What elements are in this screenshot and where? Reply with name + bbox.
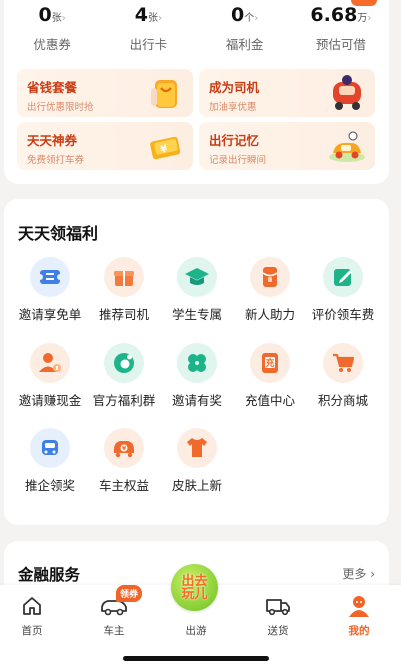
travel-logo-icon[interactable]: 出去玩儿: [171, 564, 218, 611]
review-edit-icon: [323, 257, 363, 297]
welfare-car-owner-benefits[interactable]: ¥ 车主权益: [88, 428, 160, 494]
welfare-label: 评价领车费: [311, 307, 375, 322]
chevron-right-icon: ›: [367, 13, 372, 24]
stat-unit: 张: [51, 13, 62, 24]
red-envelope-icon: [250, 257, 290, 297]
stat-welfare-funds[interactable]: 0个› 福利金: [197, 2, 293, 53]
chevron-right-icon: ›: [254, 13, 259, 24]
welfare-label: 邀请赚现金: [18, 393, 82, 408]
shopping-bag-icon: [151, 80, 177, 108]
stat-unit: 张: [147, 13, 158, 24]
tab-profile[interactable]: 我的: [327, 593, 391, 638]
stat-unit: 万: [357, 13, 368, 24]
stat-unit: 个: [244, 13, 255, 24]
welfare-student-exclusive[interactable]: 学生专属: [161, 257, 233, 323]
stat-label: 福利金: [225, 37, 264, 52]
chevron-right-icon: ›: [370, 567, 375, 581]
tab-label: 送货: [267, 625, 289, 637]
welfare-new-skins[interactable]: 皮肤上新: [161, 428, 233, 494]
welfare-label: 邀请享免单: [18, 307, 82, 322]
recharge-icon: 充: [250, 343, 290, 383]
stat-value: 0: [38, 4, 52, 26]
welfare-newbie-boost[interactable]: 新人助力: [234, 257, 306, 323]
welfare-label: 充值中心: [244, 393, 295, 408]
promo-daily-coupon[interactable]: 天天神券 免费领打车券 ¥: [17, 122, 193, 170]
welfare-enterprise-referral[interactable]: 推企领奖: [14, 428, 86, 494]
business-car-icon: [30, 428, 70, 468]
section-title: 金融服务: [18, 566, 81, 584]
account-summary-card: 0张› 优惠券 4张› 出行卡 0个› 福利金 6.68万› 预估可借 省钱套餐…: [4, 0, 389, 184]
welfare-label: 车主权益: [98, 478, 149, 493]
shopping-cart-icon: [323, 343, 363, 383]
tab-label: 我的: [348, 625, 370, 637]
section-title: 天天领福利: [18, 224, 99, 243]
recharge-glyph: 充: [265, 359, 275, 369]
welfare-points-mall[interactable]: 积分商城: [307, 343, 379, 409]
welfare-label: 学生专属: [171, 307, 222, 322]
stat-value: 0: [231, 4, 245, 26]
stat-coupons[interactable]: 0张› 优惠券: [4, 2, 100, 53]
tshirt-icon: [177, 428, 217, 468]
logo-text: 出去玩儿: [181, 573, 208, 602]
welfare-invite-earn-cash[interactable]: 邀请赚现金: [14, 343, 86, 409]
welfare-label: 新人助力: [244, 307, 295, 322]
promo-savings-package[interactable]: 省钱套餐 出行优惠限时抢: [17, 69, 193, 117]
tab-label: 车主: [103, 625, 125, 637]
stat-travel-cards[interactable]: 4张› 出行卡: [100, 2, 196, 53]
welfare-label: 邀请有奖: [171, 393, 222, 408]
truck-icon: [246, 593, 310, 619]
chevron-right-icon: ›: [61, 13, 66, 24]
chat-group-icon: [104, 343, 144, 383]
stat-loan-estimate[interactable]: 6.68万› 预估可借: [293, 2, 389, 53]
welfare-invite-free-ride[interactable]: 邀请享免单: [14, 257, 86, 323]
welfare-card: 天天领福利 邀请享免单 推荐司机 学生专属 新人助力 评价领车费 邀请赚现金 官…: [4, 199, 389, 525]
tab-label: 出游: [185, 625, 207, 637]
more-label: 更多: [342, 567, 367, 581]
stat-label: 出行卡: [129, 37, 168, 52]
tab-label: 首页: [21, 625, 43, 637]
welfare-label: 皮肤上新: [171, 478, 222, 493]
welfare-recommend-driver[interactable]: 推荐司机: [88, 257, 160, 323]
tab-delivery[interactable]: 送货: [246, 593, 310, 638]
ticket-icon: [30, 257, 70, 297]
welfare-official-group[interactable]: 官方福利群: [88, 343, 160, 409]
home-icon: [0, 593, 64, 619]
clover-icon: [177, 343, 217, 383]
stat-label: 预估可借: [315, 37, 366, 52]
promo-travel-memory[interactable]: 出行记忆 记录出行瞬间: [199, 122, 375, 170]
welfare-invite-rewards[interactable]: 邀请有奖: [161, 343, 233, 409]
welfare-review-reward[interactable]: 评价领车费: [307, 257, 379, 323]
invite-user-icon: [30, 343, 70, 383]
welfare-label: 积分商城: [317, 393, 368, 408]
promo-grid: 省钱套餐 出行优惠限时抢 成为司机 加油享优惠 天天神券 免费领打车券 ¥ 出行…: [17, 69, 375, 170]
welfare-label: 推荐司机: [98, 307, 149, 322]
stats-row: 0张› 优惠券 4张› 出行卡 0个› 福利金 6.68万› 预估可借: [4, 2, 389, 53]
welfare-recharge-center[interactable]: 充 充值中心: [234, 343, 306, 409]
stat-value: 4: [134, 4, 148, 26]
stat-value: 6.68: [310, 4, 358, 26]
travel-car-icon: [329, 131, 365, 162]
coupon-icon: ¥: [150, 136, 181, 160]
graduation-cap-icon: [177, 257, 217, 297]
stat-label: 优惠券: [33, 37, 71, 52]
car-owner-icon: ¥: [104, 428, 144, 468]
more-link[interactable]: 更多 ›: [342, 565, 375, 582]
promo-become-driver[interactable]: 成为司机 加油享优惠: [199, 69, 375, 117]
home-indicator[interactable]: [123, 656, 269, 661]
coupon-badge: 领券: [116, 585, 143, 602]
tab-car-owner[interactable]: 领券 车主: [82, 585, 146, 638]
gift-box-icon: [104, 257, 144, 297]
welfare-label: 官方福利群: [92, 393, 156, 408]
profile-icon: [327, 593, 391, 619]
driver-car-icon: [333, 75, 361, 110]
chevron-right-icon: ›: [157, 13, 162, 24]
tab-home[interactable]: 首页: [0, 593, 64, 638]
welfare-label: 推企领奖: [24, 478, 75, 493]
